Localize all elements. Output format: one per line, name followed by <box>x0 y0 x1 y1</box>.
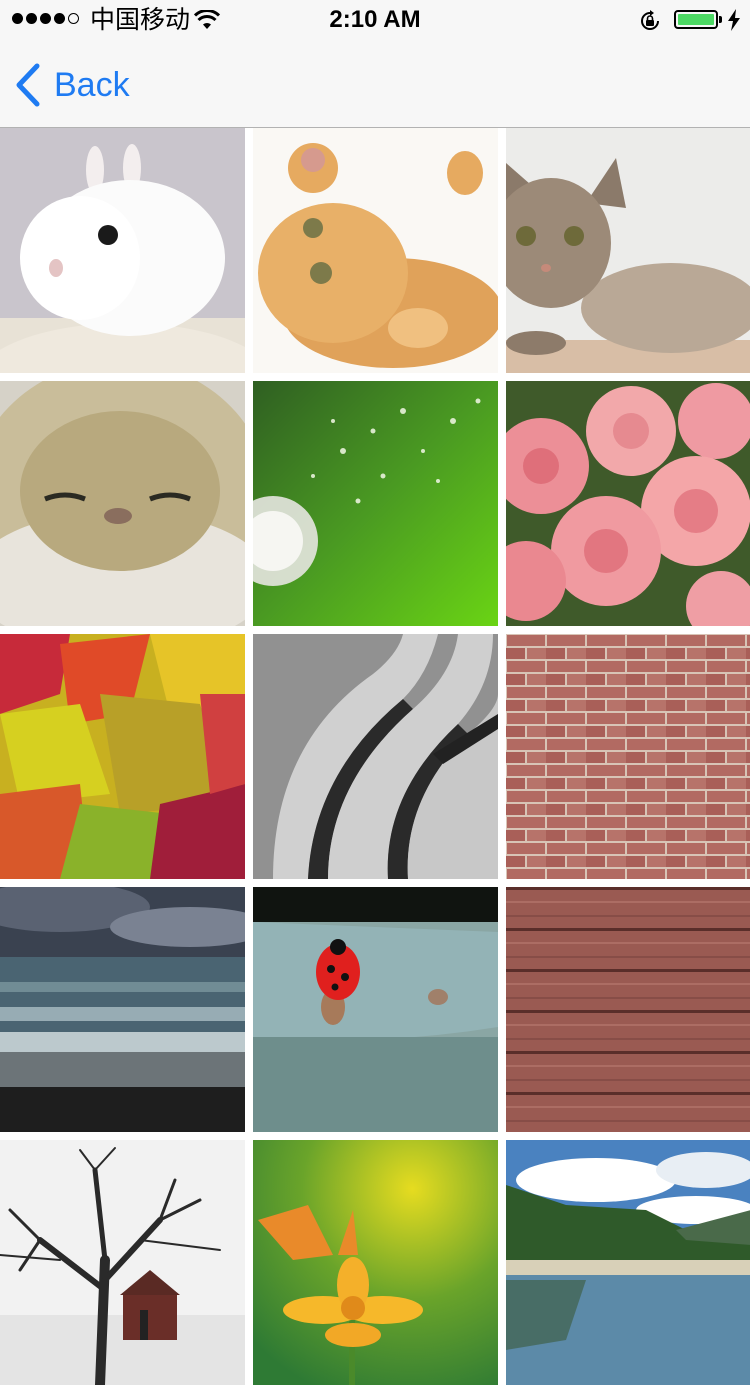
photo-white-rabbit[interactable] <box>0 128 245 373</box>
photo-wood-planks[interactable] <box>506 887 750 1132</box>
back-button[interactable]: Back <box>14 62 130 108</box>
battery-tip <box>719 16 722 23</box>
chevron-left-icon <box>16 63 40 107</box>
battery-icon <box>674 10 718 29</box>
photo-ocean-waves[interactable] <box>0 887 245 1132</box>
photo-dandelion-seeds[interactable] <box>253 381 498 626</box>
rotation-lock-icon <box>641 10 659 30</box>
photo-lake-landscape[interactable] <box>506 1140 750 1385</box>
charging-icon <box>728 9 740 31</box>
photo-butterfly-flower[interactable] <box>253 1140 498 1385</box>
photo-autumn-leaves[interactable] <box>0 634 245 879</box>
photo-brick-wall[interactable] <box>506 634 750 879</box>
photo-pink-roses[interactable] <box>506 381 750 626</box>
back-button-label: Back <box>54 66 130 104</box>
photo-ladybug[interactable] <box>253 887 498 1132</box>
photo-curved-steps[interactable] <box>253 634 498 879</box>
navigation-bar: Back <box>0 40 750 128</box>
photo-orange-kitten[interactable] <box>253 128 498 373</box>
photo-bare-tree[interactable] <box>0 1140 245 1385</box>
battery-level <box>678 14 714 25</box>
photo-persian-cat[interactable] <box>0 381 245 626</box>
photo-tabby-cat[interactable] <box>506 128 750 373</box>
status-bar: 中国移动 2:10 AM <box>0 0 750 40</box>
